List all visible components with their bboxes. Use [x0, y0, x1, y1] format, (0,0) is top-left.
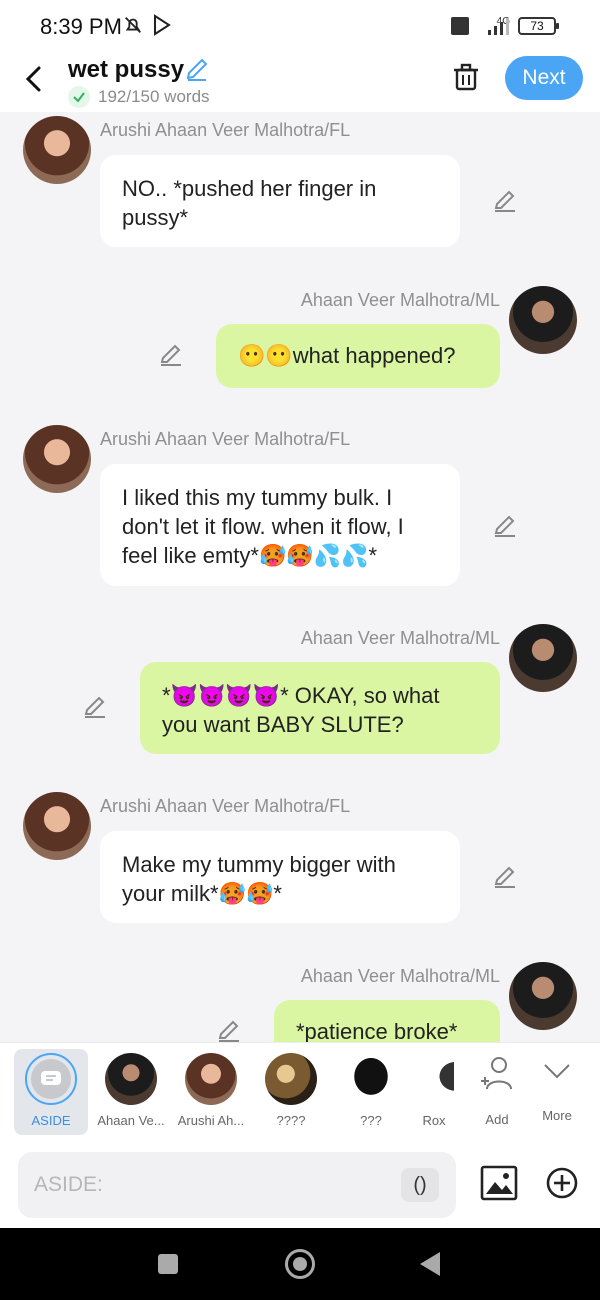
- battery-indicator: 73: [518, 17, 559, 35]
- sender-name: Ahaan Veer Malhotra/ML: [300, 290, 500, 310]
- pencil-icon[interactable]: [184, 56, 210, 87]
- avatar[interactable]: [509, 624, 577, 692]
- word-count: 192/150 words: [68, 86, 210, 108]
- character-label: ASIDE: [31, 1113, 71, 1128]
- chat-thread: Arushi Ahaan Veer Malhotra/FL NO.. *push…: [0, 112, 600, 1042]
- pencil-icon[interactable]: [492, 513, 518, 539]
- parentheses-button[interactable]: (): [401, 1168, 439, 1202]
- message-bubble[interactable]: NO.. *pushed her finger in pussy*: [100, 155, 460, 247]
- message-bubble[interactable]: Make my tummy bigger with your milk*🥵🥵*: [100, 831, 460, 923]
- story-title[interactable]: wet pussy: [68, 56, 184, 84]
- avatar[interactable]: [509, 286, 577, 354]
- home-button[interactable]: [285, 1249, 315, 1279]
- chevron-down-icon: [542, 1061, 572, 1086]
- check-icon: [68, 86, 90, 108]
- message-input[interactable]: [18, 1152, 456, 1218]
- pencil-icon[interactable]: [216, 1018, 242, 1042]
- volte-icon: [450, 16, 470, 41]
- avatar: [424, 1053, 454, 1105]
- character-label: Rox: [422, 1113, 446, 1128]
- message-bubble[interactable]: 😶😶what happened?: [216, 324, 500, 388]
- add-person-icon: [477, 1055, 517, 1098]
- recent-apps-button[interactable]: [158, 1254, 178, 1274]
- more-button[interactable]: More: [520, 1049, 594, 1135]
- character-bar: ASIDE Ahaan Ve... Arushi Ah... ???? ??? …: [0, 1042, 600, 1142]
- character-arushi[interactable]: Arushi Ah...: [174, 1049, 248, 1135]
- pencil-icon[interactable]: [492, 188, 518, 214]
- character-unknown-1[interactable]: ????: [254, 1049, 328, 1135]
- character-rox[interactable]: Rox: [414, 1049, 454, 1135]
- avatar[interactable]: [509, 962, 577, 1030]
- play-store-icon: [152, 14, 172, 41]
- character-ahaan[interactable]: Ahaan Ve...: [94, 1049, 168, 1135]
- more-label: More: [542, 1108, 572, 1123]
- message-bubble[interactable]: I liked this my tummy bulk. I don't let …: [100, 464, 460, 586]
- system-nav-bar: [0, 1228, 600, 1300]
- avatar: [345, 1053, 397, 1105]
- avatar[interactable]: [23, 425, 91, 493]
- input-bar: (): [0, 1142, 600, 1228]
- back-button[interactable]: [420, 1252, 440, 1276]
- pencil-icon[interactable]: [158, 342, 184, 368]
- character-label: ????: [276, 1113, 306, 1128]
- character-label: Ahaan Ve...: [97, 1113, 165, 1128]
- character-aside[interactable]: ASIDE: [14, 1049, 88, 1135]
- back-arrow-icon[interactable]: [18, 62, 52, 96]
- message-bubble[interactable]: *patience broke*: [274, 1000, 500, 1042]
- sender-name: Ahaan Veer Malhotra/ML: [300, 628, 500, 648]
- message-bubble[interactable]: *😈😈😈😈* OKAY, so what you want BABY SLUTE…: [140, 662, 500, 754]
- avatar: [185, 1053, 237, 1105]
- character-label: ???: [360, 1113, 382, 1128]
- bell-off-icon: [122, 14, 144, 41]
- sender-name: Arushi Ahaan Veer Malhotra/FL: [100, 796, 351, 816]
- status-time: 8:39 PM: [40, 14, 122, 39]
- next-button[interactable]: Next: [505, 56, 583, 100]
- signal-icon: [486, 16, 512, 41]
- header: wet pussy 192/150 words Next: [0, 52, 600, 112]
- avatar: [265, 1053, 317, 1105]
- trash-icon[interactable]: [452, 62, 480, 97]
- pencil-icon[interactable]: [82, 694, 108, 720]
- pencil-icon[interactable]: [492, 864, 518, 890]
- word-count-label: 192/150 words: [98, 87, 210, 106]
- aside-icon: [25, 1053, 77, 1105]
- sender-name: Arushi Ahaan Veer Malhotra/FL: [100, 120, 351, 140]
- avatar[interactable]: [23, 116, 91, 184]
- plus-circle-icon[interactable]: [545, 1166, 579, 1205]
- sender-name: Arushi Ahaan Veer Malhotra/FL: [100, 429, 351, 449]
- image-icon[interactable]: [480, 1164, 518, 1207]
- avatar: [105, 1053, 157, 1105]
- status-bar: 8:39 PM 4G 73: [0, 0, 600, 52]
- sender-name: Ahaan Veer Malhotra/ML: [300, 966, 500, 986]
- avatar[interactable]: [23, 792, 91, 860]
- character-unknown-2[interactable]: ???: [334, 1049, 408, 1135]
- character-label: Arushi Ah...: [177, 1113, 245, 1128]
